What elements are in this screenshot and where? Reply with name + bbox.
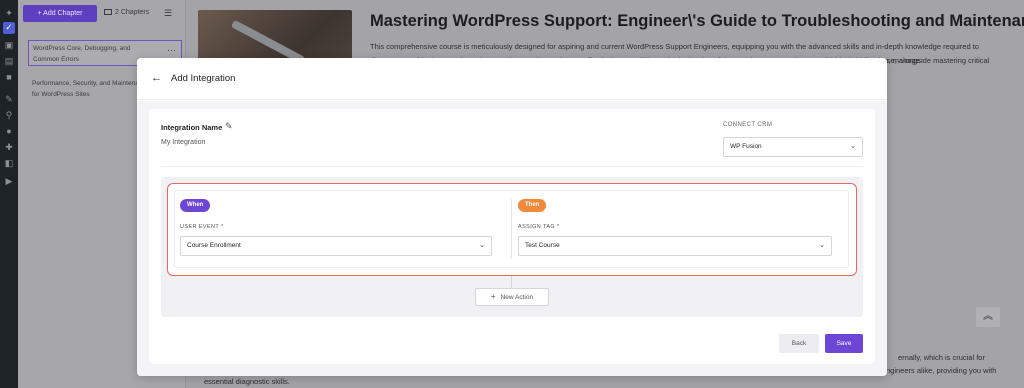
assign-tag-value: Test Course: [525, 242, 560, 249]
when-badge: When: [180, 199, 211, 212]
modal-body: Integration Name ✎ My Integration CONNEC…: [137, 101, 887, 376]
tools-icon[interactable]: ✚: [4, 142, 14, 152]
pin-icon[interactable]: ✦: [4, 8, 14, 18]
modal-title: Add Integration: [171, 73, 236, 84]
connect-crm-value: WP Fusion: [730, 143, 762, 150]
courses-icon[interactable]: ✓: [3, 22, 15, 34]
integration-card: Integration Name ✎ My Integration CONNEC…: [149, 109, 875, 364]
chapter-item-label: WordPress Core, Debugging, and Common Er…: [33, 45, 131, 63]
integration-name-value[interactable]: My Integration: [161, 139, 205, 146]
chapters-count: 2 Chapters: [104, 9, 149, 16]
back-button[interactable]: Back: [779, 334, 819, 353]
modal-header: ← Add Integration: [137, 58, 887, 100]
appearance-icon[interactable]: ✎: [4, 94, 14, 104]
chapters-count-label: 2 Chapters: [115, 9, 150, 16]
course-text-fragment: ngineers alike, providing you with: [886, 366, 997, 375]
chevron-down-icon: ⌄: [850, 143, 856, 150]
rules-area: When Then USER EVENT * Course Enrollment…: [161, 177, 863, 317]
connector-line: [511, 276, 512, 288]
user-event-label: USER EVENT *: [180, 224, 224, 230]
collapse-icon[interactable]: ☰: [164, 8, 172, 19]
course-text-fragment: ernally, which is crucial for: [898, 353, 985, 362]
assign-tag-label: ASSIGN TAG *: [518, 224, 560, 230]
connect-crm-select[interactable]: WP Fusion ⌄: [723, 137, 863, 157]
chevron-down-icon: ⌄: [819, 242, 825, 249]
integration-name-label: Integration Name: [161, 123, 223, 132]
rule-highlight: When Then USER EVENT * Course Enrollment…: [167, 183, 857, 276]
course-text-fragment: essential diagnostic skills.: [204, 377, 290, 386]
divider: [161, 166, 863, 167]
save-button[interactable]: Save: [825, 334, 863, 353]
pages-icon[interactable]: ▤: [4, 56, 14, 66]
media-icon[interactable]: ▣: [4, 40, 14, 50]
play-icon[interactable]: ▶: [4, 176, 14, 186]
user-event-select[interactable]: Course Enrollment ⌄: [180, 236, 492, 256]
plugins-icon[interactable]: ⚲: [4, 110, 14, 120]
column-divider: [511, 199, 512, 259]
rule-row: When Then USER EVENT * Course Enrollment…: [174, 190, 849, 268]
add-integration-modal: ← Add Integration Integration Name ✎ My …: [137, 58, 887, 376]
new-action-label: New Action: [500, 294, 534, 301]
chapter-item-label: Performance, Security, and Maintenance f…: [32, 80, 150, 98]
back-arrow-icon[interactable]: ←: [151, 72, 162, 84]
comments-icon[interactable]: ■: [4, 72, 14, 82]
user-event-value: Course Enrollment: [187, 242, 241, 249]
assign-tag-select[interactable]: Test Course ⌄: [518, 236, 832, 256]
book-icon: [104, 9, 112, 15]
chevrons-up-icon[interactable]: ︽: [976, 307, 1000, 327]
settings-icon[interactable]: ◧: [4, 158, 14, 168]
course-title: Mastering WordPress Support: Engineer\'s…: [370, 12, 1024, 30]
users-icon[interactable]: ●: [4, 126, 14, 136]
connect-crm-label: CONNECT CRM: [723, 122, 773, 128]
chevron-down-icon: ⌄: [479, 242, 485, 249]
more-options-icon[interactable]: ⋯: [167, 45, 176, 56]
then-badge: Then: [518, 199, 547, 212]
wp-admin-sidebar: ✦ ✓ ▣ ▤ ■ ✎ ⚲ ● ✚ ◧ ▶: [0, 0, 18, 388]
new-action-button[interactable]: + New Action: [475, 288, 549, 306]
pencil-icon[interactable]: ✎: [225, 121, 233, 132]
add-chapter-button[interactable]: + Add Chapter: [23, 5, 97, 22]
plus-icon: +: [490, 292, 496, 301]
